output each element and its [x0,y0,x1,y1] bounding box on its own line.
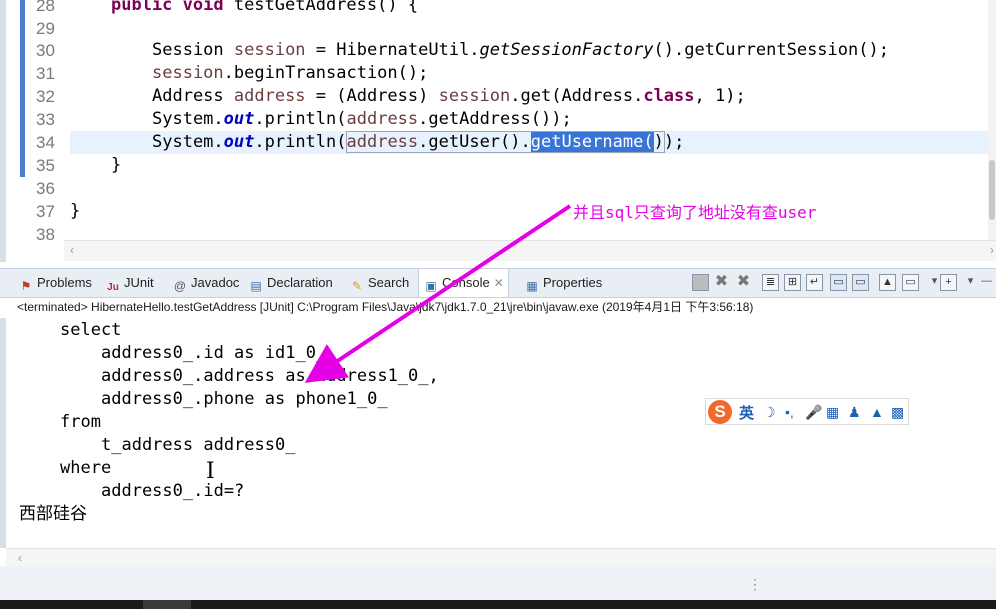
toolbox-icon[interactable]: ▩ [891,404,904,421]
status-bar: ⋮ [0,566,996,600]
ime-logo-icon[interactable]: S [708,400,732,424]
show-console-output-icon[interactable]: ▭ [830,274,847,291]
console-line: address0_.address as address1_0_, [101,366,439,386]
properties-icon: ▦ [526,279,538,293]
moon-icon[interactable]: ☽ [763,404,776,421]
line-number-gutter: 28 29 30 31 32 33 34 35 36 37 38 [12,0,64,244]
mouse-ibeam-cursor-icon: I [206,459,215,484]
text-selection[interactable]: getUsername( [530,132,654,152]
tab-search[interactable]: ✎ Search [349,269,409,297]
code-line-37: } [70,201,81,221]
skin-icon[interactable]: ▲ [870,404,884,420]
keyboard-icon[interactable]: ▦ [826,404,839,421]
console-line: select [60,320,122,340]
console-line: address0_.id as id1_0_ [101,343,327,363]
word-wrap-icon[interactable]: ↵ [806,274,823,291]
console-process-label: <terminated> HibernateHello.testGetAddre… [17,300,754,314]
code-editor[interactable]: 28 29 30 31 32 33 34 35 36 37 38 public … [0,0,996,262]
tab-junit[interactable]: Ju JUnit [105,269,153,297]
editor-horizontal-scrollbar[interactable]: ‹ › [64,240,996,261]
line-number: 31 [12,62,64,85]
scroll-right-icon[interactable]: › [990,243,994,257]
line-number: 34 [12,131,64,154]
pin-console-icon[interactable]: ▲ [879,274,896,291]
code-area[interactable]: public void testGetAddress() { Session s… [70,0,996,240]
junit-icon: Ju [107,282,119,293]
console-line: where [60,458,112,478]
tab-console[interactable]: ▣ Console ✕ [418,269,509,297]
code-line-32: Address address = (Address) session.get(… [152,86,746,106]
scroll-lock-icon[interactable]: ⊞ [784,274,801,291]
code-line-30: Session session = HibernateUtil.getSessi… [152,40,889,60]
clear-console-icon[interactable]: ≣ [762,274,779,291]
console-line: t_address address0_ [101,435,296,455]
line-number: 36 [36,179,55,198]
console-horizontal-scrollbar[interactable]: ‹ [6,548,996,567]
os-taskbar [0,600,996,609]
tab-declaration[interactable]: ▤ Declaration [248,269,332,297]
new-console-icon[interactable]: + [940,274,957,291]
line-marker [20,85,25,108]
console-output[interactable]: select address0_.id as id1_0_ address0_.… [0,318,996,548]
declaration-icon: ▤ [250,279,262,293]
line-number: 32 [12,85,64,108]
javadoc-icon: @ [173,279,187,293]
line-number: 29 [12,17,64,40]
line-number: 28 [12,0,64,17]
code-line-35: } [111,155,122,175]
line-marker [20,131,25,154]
problems-icon: ⚑ [20,279,32,293]
line-number: 30 [12,39,64,62]
console-line: from [60,412,101,432]
line-marker [20,108,25,131]
show-console-error-icon[interactable]: ▭ [852,274,869,291]
line-marker [20,62,25,85]
scroll-left-icon[interactable]: ‹ [18,551,22,565]
ime-toolbar[interactable]: S 英 ☽ •, 🎤 ▦ ♟ ▲ ▩ [705,398,909,425]
line-marker [20,0,25,17]
console-line: 西部硅谷 [19,504,87,524]
ime-language-toggle[interactable]: 英 [739,402,754,423]
tab-problems[interactable]: ⚑ Problems [18,269,92,297]
tab-properties[interactable]: ▦ Properties [524,269,602,297]
remove-all-terminated-icon[interactable]: ✖ [735,274,752,291]
scroll-left-icon[interactable]: ‹ [70,243,74,257]
tab-javadoc[interactable]: @ Javadoc [172,269,240,297]
display-console-icon[interactable]: ▭ [902,274,919,291]
line-number: 38 [36,225,55,244]
matching-bracket-region: address.getUser().getUsername() [345,131,665,153]
line-marker [20,154,25,177]
grip-icon[interactable]: ⋮ [748,576,762,593]
line-number: 35 [12,154,64,177]
remove-launch-icon[interactable]: ✖ [713,274,730,291]
close-icon[interactable]: ✕ [494,276,504,290]
console-line: address0_.id=? [101,481,245,501]
microphone-icon[interactable]: 🎤 [805,404,822,421]
views-tab-bar: ⚑ Problems Ju JUnit @ Javadoc ▤ Declaration … [0,268,996,298]
line-marker [20,39,25,62]
console-icon: ▣ [425,279,437,293]
editor-vertical-scrollbar[interactable] [988,0,996,240]
code-line-33: System.out.println(address.getAddress())… [152,109,572,129]
terminate-icon[interactable] [692,274,709,291]
line-number: 33 [12,108,64,131]
taskbar-button[interactable] [143,600,191,609]
search-icon: ✎ [351,279,363,293]
code-line-31: session.beginTransaction(); [152,63,429,83]
user-icon[interactable]: ♟ [848,404,861,421]
scroll-thumb[interactable] [989,160,995,220]
code-line-28: public void testGetAddress() { [111,0,419,15]
line-marker [20,17,25,40]
punctuation-icon[interactable]: •, [785,404,794,420]
annotation-text: 并且sql只查询了地址没有查user [573,203,817,222]
minimize-icon[interactable]: — [978,274,995,291]
console-line: address0_.phone as phone1_0_ [101,389,388,409]
line-number: 37 [36,202,55,221]
code-line-34-current: System.out.println(address.getUser().get… [70,131,996,154]
view-menu-chevron-icon[interactable]: ▾ [962,274,979,291]
